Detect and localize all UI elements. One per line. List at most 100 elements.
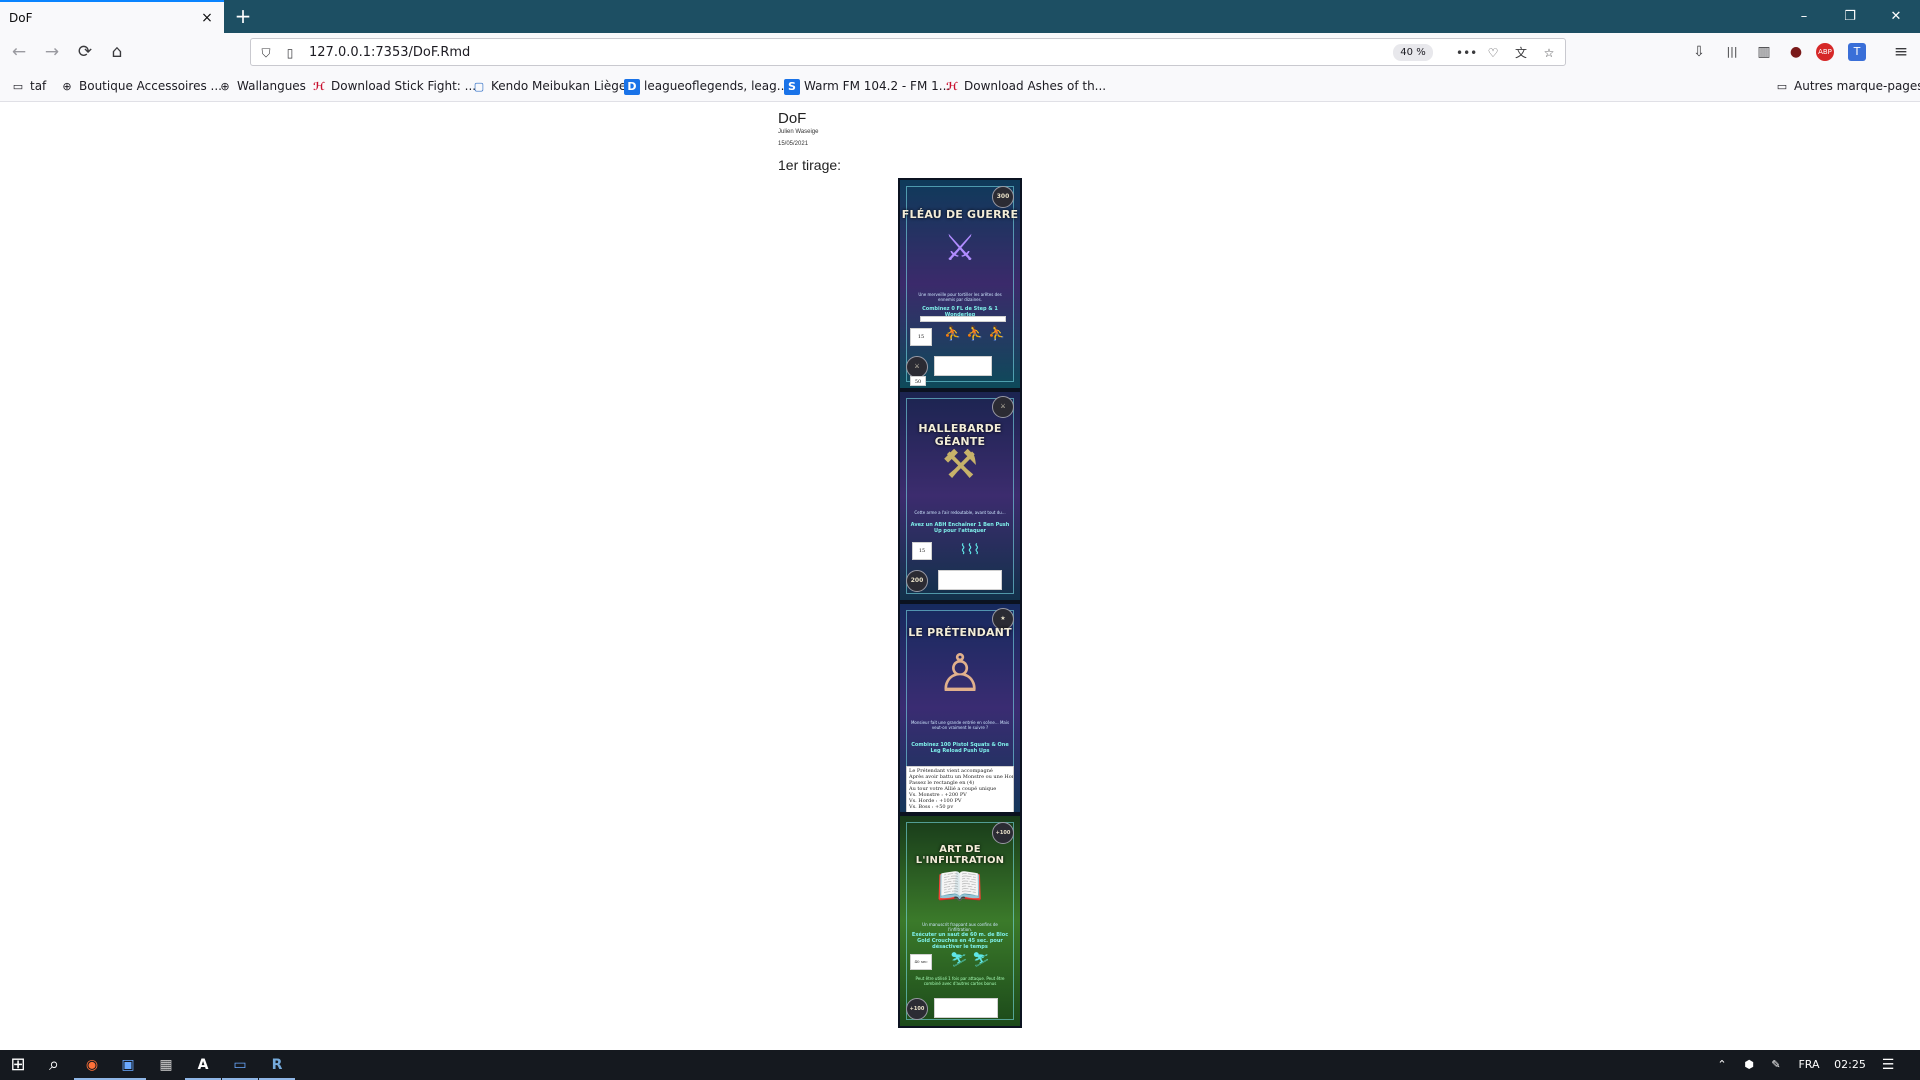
bookmark-item[interactable]: ℋ Download Ashes of th... bbox=[944, 77, 1106, 96]
close-window-button[interactable]: ✕ bbox=[1873, 0, 1919, 33]
clock[interactable]: 02:25 bbox=[1830, 1050, 1870, 1080]
folder-icon: ▭ bbox=[1776, 79, 1788, 93]
card-title: FLÉAU DE GUERRE bbox=[901, 208, 1019, 221]
card-description: Un manuscrit frappant aux confins de l'i… bbox=[922, 922, 998, 932]
tab-title: DoF bbox=[9, 11, 33, 25]
pocket-icon[interactable]: ♡ bbox=[1484, 44, 1502, 62]
weapon-badge: ⚔ bbox=[906, 356, 928, 378]
card-notes-box[interactable] bbox=[934, 998, 998, 1018]
tab-dof[interactable]: DoF × bbox=[0, 0, 224, 33]
navigation-bar: ← → ⟳ ⌂ ⛉ ▯ 127.0.0.1:7353/DoF.Rmd 40 % … bbox=[0, 33, 1920, 71]
download-site-icon: ℋ bbox=[313, 79, 325, 93]
card-notes-box[interactable] bbox=[934, 356, 992, 376]
bookmark-item[interactable]: ▢ Kendo Meibukan Liège bbox=[471, 77, 626, 96]
account-icon[interactable]: ● bbox=[1785, 42, 1807, 62]
card-title: ART DE L'INFILTRATION bbox=[915, 844, 1005, 866]
language-indicator[interactable]: FRA bbox=[1794, 1050, 1824, 1080]
card-cost-badge: +100 bbox=[992, 822, 1014, 844]
window-app-icon[interactable]: ▭ bbox=[222, 1050, 258, 1080]
document-title: DoF bbox=[778, 110, 807, 127]
card-description: Cette arme a l'air redoutable, avant tou… bbox=[914, 510, 1006, 515]
dropbox-icon[interactable]: ⬢ bbox=[1738, 1050, 1760, 1080]
bookmark-label: Wallangues bbox=[237, 79, 306, 93]
card-fleau-de-guerre: 300 FLÉAU DE GUERRE ⚔ Une merveille pour… bbox=[898, 178, 1022, 390]
shield-icon[interactable]: ⛉ bbox=[257, 44, 275, 62]
bookmark-star-icon[interactable]: ☆ bbox=[1540, 44, 1558, 62]
card-value-box[interactable]: 40 sec bbox=[910, 954, 932, 970]
search-icon[interactable]: ⌕ bbox=[36, 1050, 72, 1080]
pretender-character-icon: ♙ bbox=[936, 644, 984, 704]
translate-icon[interactable]: 文 bbox=[1512, 44, 1530, 62]
bookmark-item[interactable]: ⊕ Wallangues bbox=[217, 77, 306, 96]
back-button[interactable]: ← bbox=[8, 41, 30, 63]
card-notes-box[interactable]: Le Prétendant vient accompagné Après avo… bbox=[906, 766, 1014, 812]
bookmark-label: Boutique Accessoires ... bbox=[79, 79, 222, 93]
bookmark-label: Download Stick Fight: ... bbox=[331, 79, 477, 93]
more-actions-icon[interactable]: ••• bbox=[1456, 44, 1477, 62]
close-tab-icon[interactable]: × bbox=[199, 10, 215, 26]
r-studio-icon[interactable]: R bbox=[259, 1050, 295, 1080]
home-button[interactable]: ⌂ bbox=[106, 41, 128, 63]
library-icon[interactable]: ||| bbox=[1721, 42, 1743, 62]
folder-icon: ▭ bbox=[12, 79, 24, 93]
url-bar[interactable]: ⛉ ▯ 127.0.0.1:7353/DoF.Rmd 40 % ••• ♡ 文 … bbox=[250, 38, 1566, 66]
card-cost-badge: 200 bbox=[906, 570, 928, 592]
notifications-icon[interactable]: ☰ bbox=[1876, 1050, 1900, 1080]
card-stat-box[interactable]: 50 bbox=[910, 376, 926, 386]
bookmark-item[interactable]: S Warm FM 104.2 - FM 1... bbox=[784, 77, 950, 96]
card-description: Monsieur fait une grande entrée en scène… bbox=[910, 720, 1010, 730]
card-value-box[interactable]: 15 bbox=[910, 328, 932, 346]
card-description: Une merveille pour tortiller les arêtes … bbox=[918, 292, 1002, 302]
card-input-strip[interactable] bbox=[920, 316, 1006, 322]
bookmarks-bar: ▭ taf ⊕ Boutique Accessoires ... ⊕ Wallangu… bbox=[0, 71, 1920, 102]
halberd-weapon-icon: ⚒ bbox=[942, 442, 978, 488]
bookmark-item[interactable]: Dleagueoflegends, leag... bbox=[624, 77, 788, 96]
bookmark-label: leagueoflegends, leag... bbox=[644, 79, 789, 93]
squat-figures-icon: ⛷ ⛷ bbox=[950, 952, 990, 968]
sidebar-icon[interactable]: ▥ bbox=[1753, 42, 1775, 62]
bookmark-item[interactable]: ⊕ Boutique Accessoires ... bbox=[59, 77, 222, 96]
card-notes-box[interactable] bbox=[938, 570, 1002, 590]
page-content: DoF Julien Waseige 15/05/2021 1er tirage… bbox=[0, 102, 1920, 1050]
restore-button[interactable]: ❐ bbox=[1827, 0, 1873, 33]
bookmark-label: taf bbox=[30, 79, 47, 93]
section-heading: 1er tirage: bbox=[778, 157, 842, 173]
reload-button[interactable]: ⟳ bbox=[74, 41, 96, 63]
downloads-icon[interactable]: ⇩ bbox=[1688, 42, 1710, 62]
zoom-level-badge[interactable]: 40 % bbox=[1393, 44, 1433, 61]
document-author: Julien Waseige bbox=[778, 129, 819, 135]
acrobat-icon[interactable]: A bbox=[185, 1050, 221, 1080]
bookmark-item[interactable]: ▭ taf bbox=[10, 77, 47, 96]
bookmark-label: Kendo Meibukan Liège bbox=[491, 79, 627, 93]
start-button-icon[interactable]: ⊞ bbox=[0, 1050, 36, 1080]
calculator-icon[interactable]: ▦ bbox=[148, 1050, 184, 1080]
minimize-button[interactable]: – bbox=[1781, 0, 1827, 33]
firefox-icon[interactable]: ◉ bbox=[74, 1050, 110, 1080]
translator-icon[interactable]: T bbox=[1848, 43, 1866, 61]
page-icon: ▯ bbox=[286, 46, 294, 60]
card-note: Vs. Boss : +50 pv bbox=[909, 804, 954, 810]
pen-icon[interactable]: ✎ bbox=[1765, 1050, 1787, 1080]
menu-icon[interactable]: ≡ bbox=[1890, 42, 1912, 62]
new-tab-button[interactable]: + bbox=[232, 5, 254, 27]
card-art-de-l-infiltration: +100 ART DE L'INFILTRATION 📖 Un manuscri… bbox=[898, 814, 1022, 1028]
card-objective: Exécuter un saut de 60 m. de Bloc Gold C… bbox=[911, 932, 1009, 950]
card-corner-badge: ⚔ bbox=[992, 396, 1014, 418]
adblock-icon[interactable]: ABP bbox=[1816, 43, 1834, 61]
url-text[interactable]: 127.0.0.1:7353/DoF.Rmd bbox=[309, 45, 470, 60]
spellbook-icon: 📖 bbox=[936, 864, 984, 908]
document-date: 15/05/2021 bbox=[778, 141, 809, 147]
bonus-badge: +100 bbox=[906, 998, 928, 1020]
bookmark-item[interactable]: ℋ Download Stick Fight: ... bbox=[311, 77, 476, 96]
card-hallebarde-geante: ⚔ HALLEBARDE GÉANTE ⚒ Cette arme a l'air… bbox=[898, 390, 1022, 602]
card-value-box[interactable]: 15 bbox=[912, 542, 932, 560]
card-cost-badge: 300 bbox=[992, 186, 1014, 208]
other-bookmarks-folder[interactable]: ▭ Autres marque-pages bbox=[1774, 77, 1920, 96]
tray-chevron-icon[interactable]: ⌃ bbox=[1712, 1050, 1732, 1080]
page-icon: ▢ bbox=[473, 79, 485, 93]
save-app-icon[interactable]: ▣ bbox=[110, 1050, 146, 1080]
card-le-pretendant: ★ LE PRÉTENDANT ♙ Monsieur fait une gran… bbox=[898, 602, 1022, 814]
windows-taskbar: ⊞ ⌕ ◉ ▣ ▦ A ▭ R ⌃ ⬢ ✎ FRA 02:25 ☰ bbox=[0, 1050, 1920, 1080]
bookmark-label: Download Ashes of th... bbox=[964, 79, 1107, 93]
forward-button[interactable]: → bbox=[41, 41, 63, 63]
